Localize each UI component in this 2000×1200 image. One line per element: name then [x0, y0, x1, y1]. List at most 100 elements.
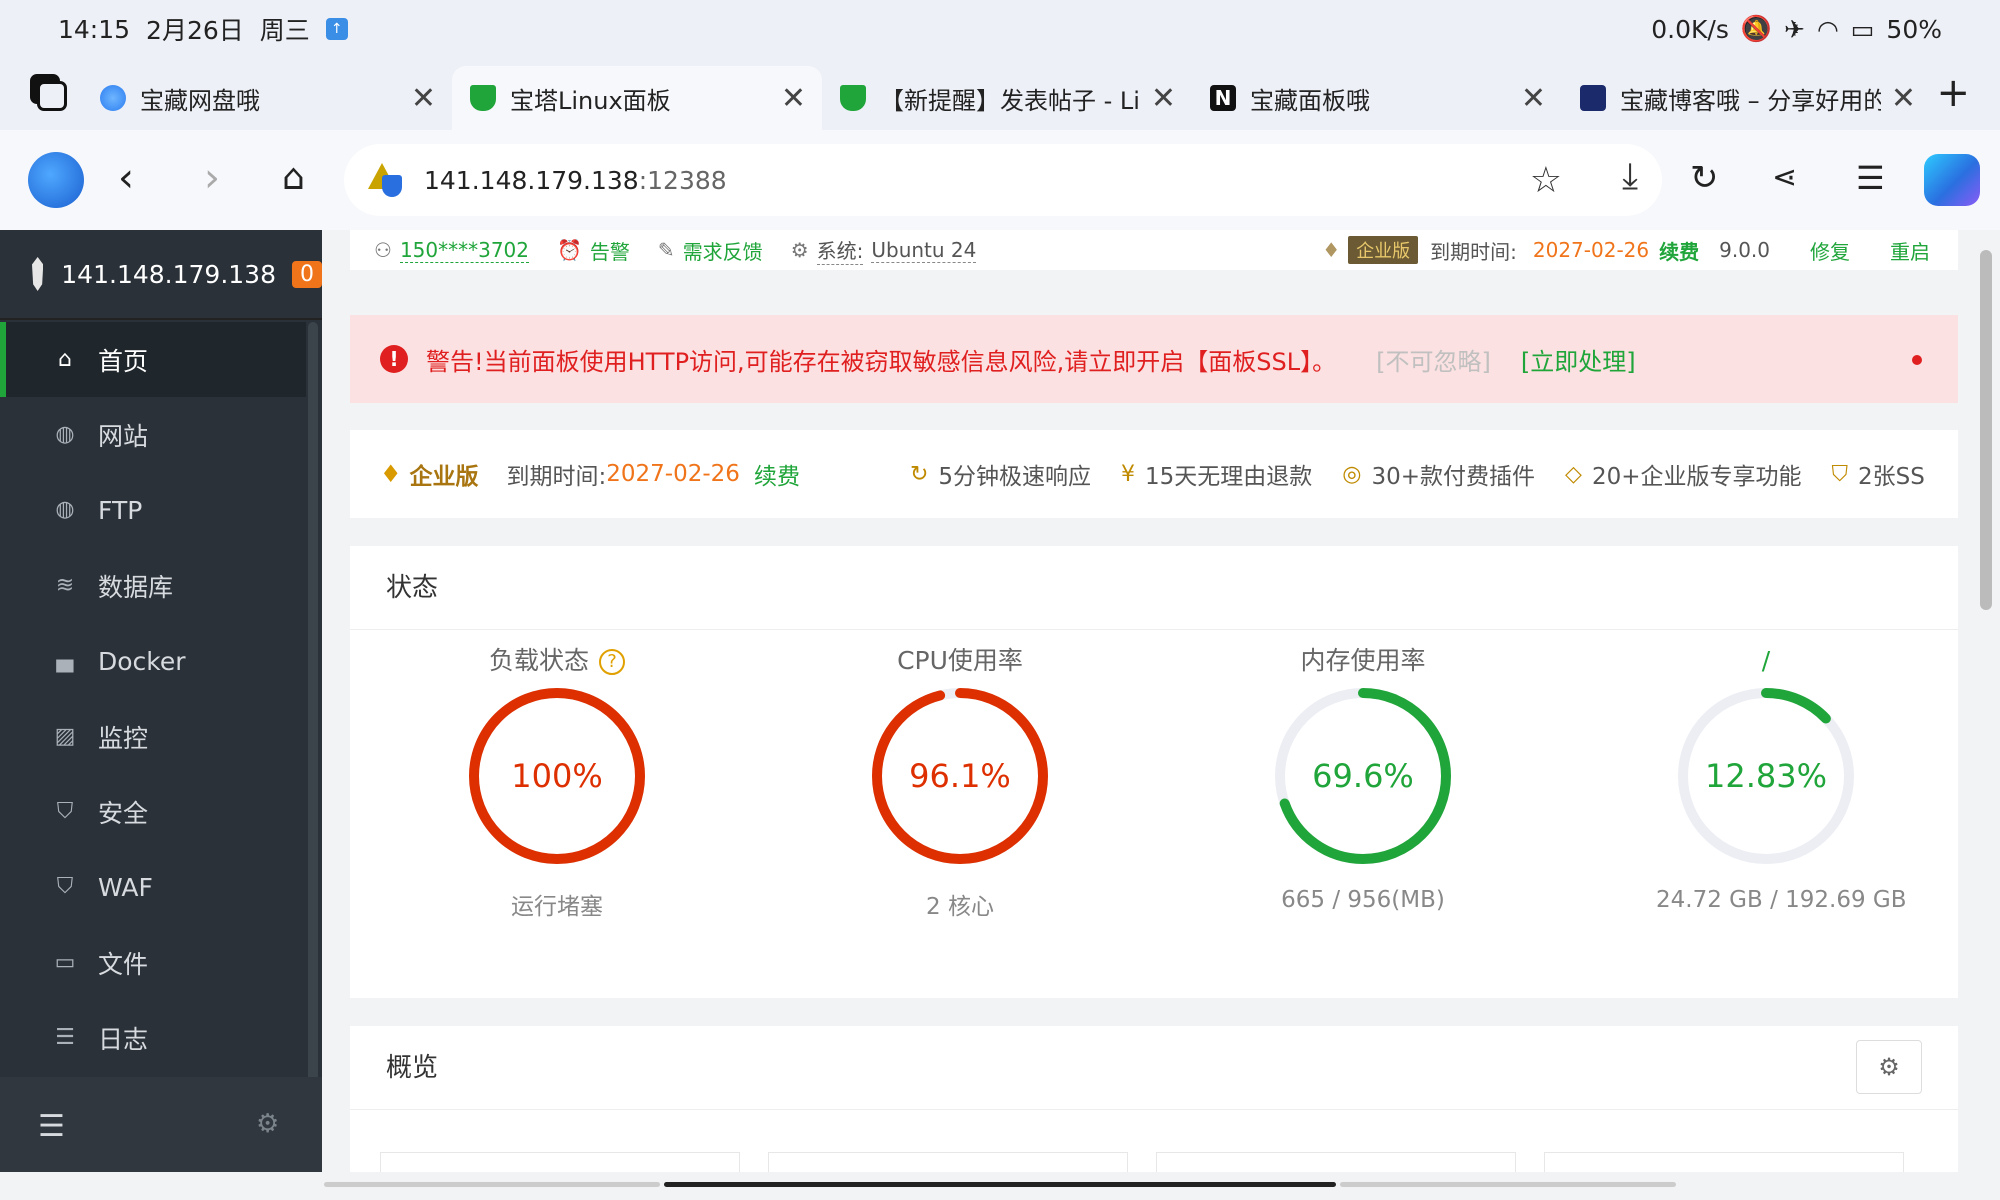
alarm-icon: ⏰ — [557, 238, 582, 262]
feedback-icon: ✎ — [657, 238, 675, 262]
feature-fast-response: ↻ 5分钟极速响应 — [910, 457, 1091, 491]
forward-arrow-icon[interactable]: › — [204, 158, 220, 198]
log-icon: ☰ — [55, 1025, 75, 1051]
tab-switcher-button[interactable] — [30, 74, 67, 111]
sidebar-item-ftp[interactable]: ◍ FTP — [0, 473, 306, 548]
tab-title: 宝藏网盘哦 — [140, 86, 260, 115]
download-icon[interactable]: ⤓ — [1622, 156, 1638, 198]
notification-badge[interactable]: 0 — [292, 260, 322, 288]
back-arrow-icon[interactable]: ‹ — [118, 158, 134, 198]
overview-item[interactable] — [1156, 1152, 1516, 1172]
browser-logo-icon[interactable] — [28, 152, 84, 208]
tab-favicon-icon — [1580, 85, 1606, 111]
user-phone[interactable]: 150****3702 — [399, 238, 530, 263]
menu-hamburger-icon[interactable]: ☰ — [1856, 158, 1885, 198]
gauge-title: CPU使用率 — [897, 646, 1023, 675]
mute-icon: 🔕 — [1740, 14, 1773, 43]
feature-label: 20+企业版专享功能 — [1591, 464, 1802, 490]
overview-item[interactable] — [768, 1152, 1128, 1172]
sidebar-scrollbar[interactable] — [308, 322, 318, 1082]
overview-settings-button[interactable]: ⚙ — [1856, 1040, 1922, 1094]
tab-close-icon[interactable]: ✕ — [1151, 81, 1176, 116]
browser-tab[interactable]: 宝藏网盘哦 ✕ — [82, 66, 452, 130]
gauge-title: 负载状态 — [488, 646, 589, 675]
sidebar-item-monitor[interactable]: ▨ 监控 — [0, 699, 306, 774]
ftp-icon: ◍ — [55, 497, 75, 523]
home-icon[interactable]: ⌂ — [282, 158, 305, 198]
tab-close-icon[interactable]: ✕ — [1891, 81, 1916, 116]
diamond-icon: ♦ — [1322, 238, 1341, 262]
feature-plugins: ◎ 30+款付费插件 — [1342, 457, 1535, 491]
main-scrollbar[interactable] — [1980, 250, 1992, 610]
tab-title: 【新提醒】发表帖子 - Li — [880, 86, 1140, 115]
overview-item[interactable] — [1544, 1152, 1904, 1172]
tab-close-icon[interactable]: ✕ — [781, 81, 806, 116]
warning-icon: ! — [380, 345, 408, 373]
gauge-cpu[interactable]: CPU使用率 96.1% 2 核心 — [850, 631, 1070, 921]
folder-icon: ▭ — [54, 949, 76, 975]
gauge-value: 100% — [511, 757, 602, 795]
feature-label: 5分钟极速响应 — [938, 464, 1092, 490]
bottom-scroll-indicator — [0, 1172, 2000, 1200]
sidebar-item-label: 日志 — [98, 1025, 149, 1055]
renew-link[interactable]: 续费 — [754, 457, 800, 491]
browser-tab-strip: 宝藏网盘哦 ✕ 宝塔Linux面板 ✕ 【新提醒】发表帖子 - Li ✕ N 宝… — [0, 58, 2000, 130]
alarm-link[interactable]: ⏰ 告警 — [557, 236, 630, 265]
url-bar[interactable]: 141.148.179.138:12388 ☆ ⤓ — [344, 144, 1662, 216]
overview-card-title: 概览 — [350, 1026, 1958, 1110]
sidebar-item-waf[interactable]: ⛉ WAF — [0, 850, 306, 925]
feedback-link[interactable]: ✎ 需求反馈 — [658, 236, 763, 265]
sidebar-item-logs[interactable]: ☰ 日志 — [0, 1001, 306, 1076]
user-account[interactable]: ⚇ 150****3702 — [374, 238, 530, 263]
tab-close-icon[interactable]: ✕ — [1521, 81, 1546, 116]
bookmark-star-icon[interactable]: ☆ — [1530, 160, 1562, 201]
browser-tab[interactable]: N 宝藏面板哦 ✕ — [1192, 66, 1562, 130]
plugins-icon: ◎ — [1342, 461, 1362, 487]
panel-sidebar: 141.148.179.138 0 ⌂ 首页 ◍ 网站 ◍ FTP ≋ 数据库 ▄ Doc… — [0, 230, 322, 1172]
enterprise-banner: ♦ 企业版 到期时间: 2027-02-26 续费 ↻ 5分钟极速响应 ¥15天无… — [350, 430, 1958, 518]
network-speed: 0.0K/s — [1651, 14, 1729, 44]
gear-icon[interactable]: ⚙ — [256, 1109, 279, 1139]
ssl-icon: ⛉ — [1831, 461, 1849, 487]
site-security-icon[interactable] — [368, 163, 402, 197]
collapse-menu-icon[interactable]: ☰ — [38, 1109, 65, 1144]
tab-title: 宝塔Linux面板 — [510, 86, 671, 115]
sidebar-item-docker[interactable]: ▄ Docker — [0, 624, 306, 699]
overview-item[interactable] — [380, 1152, 740, 1172]
gauge-memory[interactable]: 内存使用率 69.6% 665 / 956(MB) — [1253, 631, 1473, 913]
sidebar-item-website[interactable]: ◍ 网站 — [0, 397, 306, 472]
new-tab-plus-icon[interactable]: + — [1936, 70, 1970, 116]
restart-link[interactable]: 重启 — [1890, 236, 1930, 265]
sidebar-item-security[interactable]: ⛉ 安全 — [0, 774, 306, 849]
sidebar-item-home[interactable]: ⌂ 首页 — [0, 322, 306, 398]
feedback-label: 需求反馈 — [682, 239, 763, 264]
gauge-ring: 96.1% — [872, 688, 1048, 864]
share-icon[interactable]: ⋖ — [1772, 158, 1797, 198]
expire-label: 到期时间: — [1430, 239, 1517, 264]
browser-tab-active[interactable]: 宝塔Linux面板 ✕ — [452, 66, 822, 130]
browser-tab[interactable]: 【新提醒】发表帖子 - Li ✕ — [822, 66, 1192, 130]
gauge-disk[interactable]: / 12.83% 24.72 GB / 192.69 GB — [1656, 631, 1907, 913]
repair-link[interactable]: 修复 — [1810, 236, 1850, 265]
copilot-icon[interactable] — [1924, 154, 1980, 206]
gauge-value: 96.1% — [909, 757, 1011, 795]
sidebar-item-database[interactable]: ≋ 数据库 — [0, 548, 306, 623]
fast-response-icon: ↻ — [909, 461, 929, 487]
help-icon[interactable]: ? — [599, 649, 625, 675]
alert-handle-link[interactable]: [立即处理] — [1521, 342, 1636, 377]
renew-link[interactable]: 续费 — [1659, 236, 1699, 265]
tab-close-icon[interactable]: ✕ — [411, 81, 436, 116]
docker-icon: ▄ — [56, 648, 74, 674]
system-icon: ⚙ — [790, 238, 809, 262]
scroll-track — [324, 1182, 660, 1187]
browser-tab[interactable]: 宝藏博客哦 – 分享好用的 ✕ — [1562, 66, 1932, 130]
gauge-title: / — [1761, 646, 1771, 675]
gauge-load[interactable]: 负载状态? 100% 运行堵塞 — [447, 631, 667, 921]
gauge-subtitle: 665 / 956(MB) — [1281, 887, 1445, 913]
url-port: :12388 — [638, 165, 727, 195]
diamond-icon: ♦ — [380, 460, 402, 488]
sidebar-item-files[interactable]: ▭ 文件 — [0, 925, 306, 1000]
scroll-thumb[interactable] — [664, 1182, 1336, 1187]
reload-icon[interactable]: ↻ — [1690, 158, 1719, 198]
status-card-title: 状态 — [350, 546, 1958, 630]
